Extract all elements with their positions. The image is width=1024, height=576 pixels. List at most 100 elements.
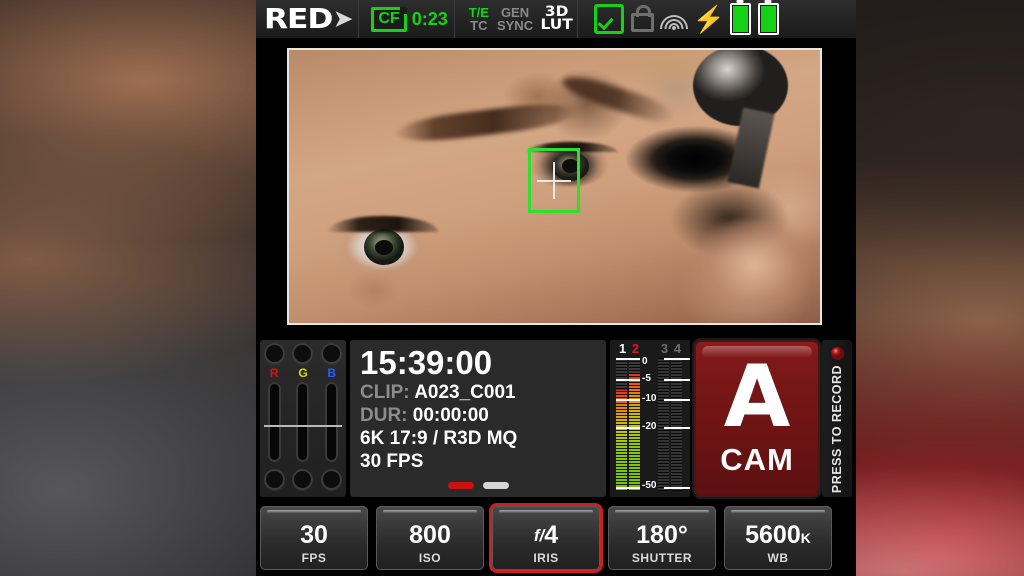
- setting-button-shutter[interactable]: 180° SHUTTER: [608, 506, 716, 570]
- knob[interactable]: [292, 469, 314, 490]
- audio-scale-label: -50: [642, 480, 657, 491]
- audio-scale-label: -20: [642, 421, 657, 433]
- rgb-label-g: G: [298, 366, 308, 380]
- hand-region: [703, 219, 820, 323]
- duration-key: DUR:: [360, 405, 408, 426]
- setting-button-iris[interactable]: f/4 IRIS: [492, 506, 600, 570]
- audio-meter-ch4: [671, 358, 682, 491]
- settings-button-bar: 30 FPS 800 ISO f/4 IRIS 180° SHUTTER 5600K WB: [256, 500, 856, 576]
- setting-label: WB: [767, 551, 789, 565]
- knob[interactable]: [263, 469, 285, 490]
- charging-bolt-icon: ⚡: [692, 4, 725, 34]
- focus-assist-box[interactable]: [528, 148, 580, 213]
- record-button[interactable]: A CAM: [694, 340, 820, 497]
- divider: [358, 0, 360, 38]
- timecode-display: 15:39:00: [360, 344, 493, 381]
- red-logo: RED ➤: [264, 5, 352, 33]
- clip-name-key: CLIP:: [360, 382, 410, 403]
- lut-bottom-label: LUT: [540, 17, 573, 33]
- genlock-bottom-label: SYNC: [496, 18, 534, 33]
- setting-value: 180°: [636, 521, 688, 549]
- audio-scale-line: [664, 358, 690, 360]
- audio-scale-line: [616, 427, 640, 430]
- record-side-strip[interactable]: PRESS TO RECORD: [822, 340, 852, 497]
- timecode-status: T/E TC: [469, 6, 489, 32]
- clip-info-panel[interactable]: 15:39:00 CLIP: A023_C001 DUR: 00:00:00 6…: [350, 340, 606, 497]
- checkbox-icon[interactable]: [594, 4, 625, 34]
- audio-scale-line: [616, 379, 640, 382]
- cf-card-label: CF: [378, 9, 400, 27]
- audio-scale: 0 -5 -10 -20 -50: [616, 357, 690, 491]
- slider-level-line[interactable]: [264, 425, 342, 427]
- divider: [577, 0, 579, 38]
- audio-meter-ch1: [616, 358, 627, 491]
- divider: [453, 0, 455, 38]
- clip-name-value: A023_C001: [414, 382, 516, 403]
- setting-label: FPS: [301, 551, 327, 565]
- setting-value: 800: [409, 521, 451, 549]
- lut-indicator[interactable]: 3D LUT: [540, 5, 573, 33]
- audio-scale-line: [664, 487, 690, 489]
- slider-track-g[interactable]: [296, 382, 310, 462]
- knob[interactable]: [292, 343, 314, 364]
- page-dot[interactable]: [447, 482, 474, 489]
- eye-lower: [327, 215, 438, 274]
- clip-name-row: CLIP: A023_C001: [360, 381, 606, 404]
- audio-scale-label: -10: [642, 393, 657, 405]
- lock-icon[interactable]: [631, 4, 655, 32]
- slider-track-b[interactable]: [325, 382, 339, 462]
- battery-icon[interactable]: [729, 3, 751, 35]
- setting-button-fps[interactable]: 30 FPS: [260, 506, 368, 570]
- audio-channel-label-1: 1: [618, 341, 627, 356]
- media-time-remaining: 0:23: [411, 8, 448, 29]
- camera-letter: A: [723, 347, 791, 447]
- setting-value: 30: [300, 521, 328, 549]
- knob[interactable]: [263, 343, 285, 364]
- genlock-status: GEN SYNC: [497, 6, 533, 32]
- audio-meter-ticks: [671, 358, 682, 491]
- wifi-icon[interactable]: [660, 9, 689, 30]
- audio-meter-panel[interactable]: 12 34 0 -5 -10 -20 -50: [610, 340, 690, 497]
- slider-tracks: [260, 382, 346, 462]
- format-row: 6K 17:9 / R3D MQ: [360, 428, 518, 449]
- rgb-slider-panel[interactable]: RGB: [260, 340, 346, 497]
- cf-card-icon: CF: [371, 6, 408, 32]
- audio-meters: 0 -5 -10 -20 -50: [616, 357, 690, 491]
- screenshot-root: RED ➤ CF 0:23 T/E TC GEN SYNC 3D LUT ⚡ R…: [0, 0, 1024, 576]
- camera-device-screen: RED ➤ CF 0:23 T/E TC GEN SYNC 3D LUT ⚡ R…: [256, 0, 856, 576]
- record-area: A CAM PRESS TO RECORD: [694, 340, 852, 497]
- page-indicator-dots[interactable]: [350, 482, 606, 489]
- audio-meter-ch2: [629, 358, 640, 491]
- setting-label: ISO: [418, 551, 442, 565]
- status-bar: RED ➤ CF 0:23 T/E TC GEN SYNC 3D LUT ⚡: [256, 0, 856, 38]
- knob-row-top: [260, 343, 346, 364]
- duration-row: DUR: 00:00:00: [360, 404, 606, 427]
- timecode-genlock-group[interactable]: T/E TC GEN SYNC: [469, 6, 533, 32]
- page-dot[interactable]: [482, 482, 509, 489]
- audio-scale-line: [616, 399, 640, 402]
- press-to-record-label: PRESS TO RECORD: [830, 364, 844, 494]
- audio-scale-line: [664, 427, 690, 430]
- info-panel-row: R G B 15:39:00 CLIP: A023_C001 DUR: 00:00:…: [256, 338, 856, 500]
- audio-scale-line: [664, 399, 690, 402]
- slider-track-r[interactable]: [267, 382, 281, 462]
- red-logo-arrow-icon: ➤: [333, 6, 353, 31]
- setting-label: IRIS: [533, 551, 559, 565]
- audio-channel-label-2: 2: [631, 341, 640, 356]
- knob-row-bottom: [260, 469, 346, 490]
- setting-value: 5600K: [745, 521, 811, 549]
- setting-button-iso[interactable]: 800 ISO: [376, 506, 484, 570]
- knob[interactable]: [321, 343, 343, 364]
- viewfinder-frame[interactable]: [287, 48, 822, 325]
- viewfinder-area[interactable]: [256, 38, 856, 338]
- rgb-label-b: B: [327, 366, 337, 380]
- audio-scale-line: [616, 487, 640, 489]
- setting-button-wb[interactable]: 5600K WB: [724, 506, 832, 570]
- battery-icon[interactable]: [757, 3, 779, 35]
- audio-channel-label-4: 4: [673, 341, 682, 356]
- rgb-label-r: R: [269, 366, 279, 380]
- crosshair-horizontal-icon: [537, 179, 571, 182]
- audio-meter-ticks: [616, 358, 627, 491]
- knob[interactable]: [321, 469, 343, 490]
- media-status[interactable]: CF 0:23: [371, 6, 448, 32]
